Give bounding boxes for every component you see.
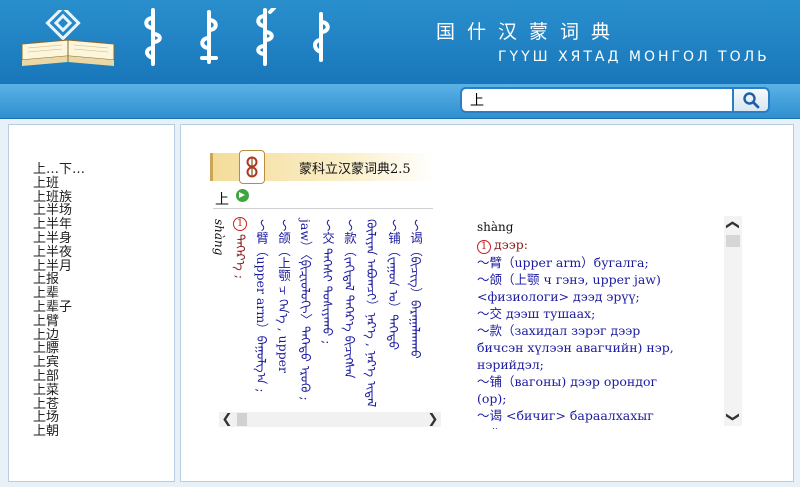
definition-line: <физиологи> дээд эрүү; [477,289,640,304]
vertical-column: ～谒（ᠪᠢᠴᠢᠭ）ᠪᠠᠷᠠᠭᠠᠯᠬᠠᠬᠤ [408,219,423,359]
book-logo-icon [21,10,115,66]
horizontal-scroll-thumb[interactable] [237,413,247,426]
list-item[interactable]: 上班族 [33,190,85,205]
divider [213,208,433,209]
vertical-column: jaw）〈ᠹᠢᠽᠢᠣᠯᠣᠭᠢ〉ᠳᠡᠭᠡᠳᠦ ᠡᠷᠦᠭᠦ ; [298,219,313,401]
list-item[interactable]: 上场 [33,411,85,425]
speaker-icon[interactable] [236,189,249,202]
word-list-panel: 上…下… 上班 上班族 上半场 上半年 上半身 上半夜 上半月 上报 上辈 上辈子 上臂 上边 上膘 上宾上… [8,124,175,482]
sense-number: 1 [477,240,491,254]
sense-text: дээр: [494,237,528,252]
list-item[interactable]: 上菜 [33,383,85,398]
mongolian-vertical-entry: shàng 1 ᠳᠡᠭᠡᠷ᠎ᠡ ; ～臂（upper arm）ᠪᠠᠭᠤᠯᠭ᠎ᠠ ;… [211,213,451,407]
dictionary-banner: 蒙科立汉蒙词典2.5 [210,150,435,184]
scroll-left-arrow-icon[interactable]: ❮ [219,412,235,427]
knot-emblem-icon [239,150,265,184]
headword: 上 [215,192,229,208]
search-input[interactable] [460,87,742,113]
vertical-column: ～交 ᠳᠡᠭᠡᠰᠢ ᠲᠤᠰᠢᠶᠠᠬᠤ ; [320,219,335,345]
list-item[interactable]: 上朝 [33,425,85,439]
mongolian-glyph-icon [200,10,218,64]
definition-area: shàng 1 дээр: ～臂（upper arm）бугалга; ～颌（上颚 ч… [477,219,727,429]
word-list: 上…下… 上班 上班族 上半场 上半年 上半身 上半夜 上半月 上报 上辈 上辈子 上臂 上边 上膘 上宾上… [33,163,85,439]
list-item[interactable]: 上苍 [33,397,85,412]
mongolian-glyph-icon [144,8,162,66]
list-item[interactable]: 上半场 [33,204,85,218]
definition-line: ～铺（вагоны) дээр орондог [477,374,658,389]
vertical-column: ～颌（上颚 ᠴ ᠭᠡᠨ᠎ᠡ , upper [276,219,291,373]
list-item[interactable]: 上宾 [33,356,85,370]
list-item[interactable]: 上…下… [33,163,85,177]
mongolian-glyph-icon [256,8,276,66]
definition-line: гуйх; [477,424,727,429]
list-item[interactable]: 上辈 [33,287,85,301]
mongolian-script-title [140,8,334,68]
vertical-pinyin: shàng [212,219,226,256]
vertical-column: ～铺（ᠸᠠᠭᠣᠨ ᠤ）ᠳᠡᠭᠡᠳᠦ [386,219,401,351]
definition-line: ～谒 <бичиг> бараалхахыг [477,408,654,423]
list-item[interactable]: 上边 [33,328,85,343]
vertical-column: ～臂（upper arm）ᠪᠠᠭᠤᠯᠭ᠎ᠠ ; [254,219,269,393]
list-item[interactable]: 上报 [33,273,85,287]
definition-line: ～交 дээш тушаах; [477,306,596,321]
vertical-scroll-thumb[interactable] [726,235,740,247]
vertical-column: ᠬᠦᠯᠢᠶᠡᠨ ᠠᠪᠤᠭᠴᠢ）ᠨᠡᠷ᠎ᠡ , ᠨᠡᠷ᠎ᠡ ᠢᠳᠡᠯ ; [364,219,379,407]
list-item[interactable]: 上半月 [33,259,85,274]
definition-line: ～颌（上颚 ч гэнэ, upper jaw) [477,272,661,287]
sense-number: 1 [233,217,247,231]
title-mongolian-cyrillic: ГҮҮШ ХЯТАД МОНГОЛ ТОЛЬ [498,49,770,65]
list-item[interactable]: 上半身 [33,232,85,246]
search-bar [0,84,800,119]
definition-line: бичсэн хүлээн авагчийн) нэр, [477,340,674,355]
list-item[interactable]: 上班 [33,176,85,191]
search-button[interactable] [732,87,770,113]
title-chinese: 国什汉蒙词典 [436,21,623,43]
definition-line: 1 дээр: [477,236,727,254]
horizontal-scrollbar[interactable]: ❮ ❯ [219,412,441,427]
mongolian-glyph-icon [313,12,330,62]
list-item[interactable]: 上臂 [33,314,85,329]
vertical-dzer-text: ᠳᠡᠭᠡᠷ᠎ᠡ ; [233,234,248,279]
list-item[interactable]: 上辈子 [33,301,85,315]
vertical-scrollbar[interactable]: ❮ ❯ [724,216,742,426]
vertical-column: ～款（ᠵᠠᠬᠢᠳᠠᠯ ᠳᠡᠭᠡᠷ᠎ᠡ ᠪᠢᠴᠢᠭᠰᠡᠨ [342,219,357,379]
vertical-sense-label: 1 ᠳᠡᠭᠡᠷ᠎ᠡ ; [233,217,248,279]
app-header: 国什汉蒙词典 ГҮҮШ ХЯТАД МОНГОЛ ТОЛЬ [0,0,800,84]
list-item[interactable]: 上半夜 [33,245,85,260]
list-item[interactable]: 上半年 [33,218,85,232]
entry-panel: 蒙科立汉蒙词典2.5 上 shàng 1 ᠳᠡᠭᠡᠷ᠎ᠡ ; ～臂（upper a… [180,124,794,482]
definition-line: нэрийдэл; [477,357,544,372]
search-icon [743,92,760,109]
definition-line: (ор); [477,391,507,406]
pinyin: shàng [477,220,514,234]
dictionary-name: 蒙科立汉蒙词典2.5 [299,162,411,177]
scroll-right-arrow-icon[interactable]: ❯ [425,412,441,427]
scroll-down-arrow-icon[interactable]: ❯ [724,408,742,426]
list-item[interactable]: 上部 [33,370,85,384]
definition-line: ～款（захидал зэрэг дээр [477,323,641,338]
definition-lines: 1 дээр: ～臂（upper arm）бугалга; ～颌（上颚 ч гэнэ,… [477,236,727,429]
scroll-up-arrow-icon[interactable]: ❮ [724,216,742,234]
definition-line: ～臂（upper arm）бугалга; [477,255,649,270]
